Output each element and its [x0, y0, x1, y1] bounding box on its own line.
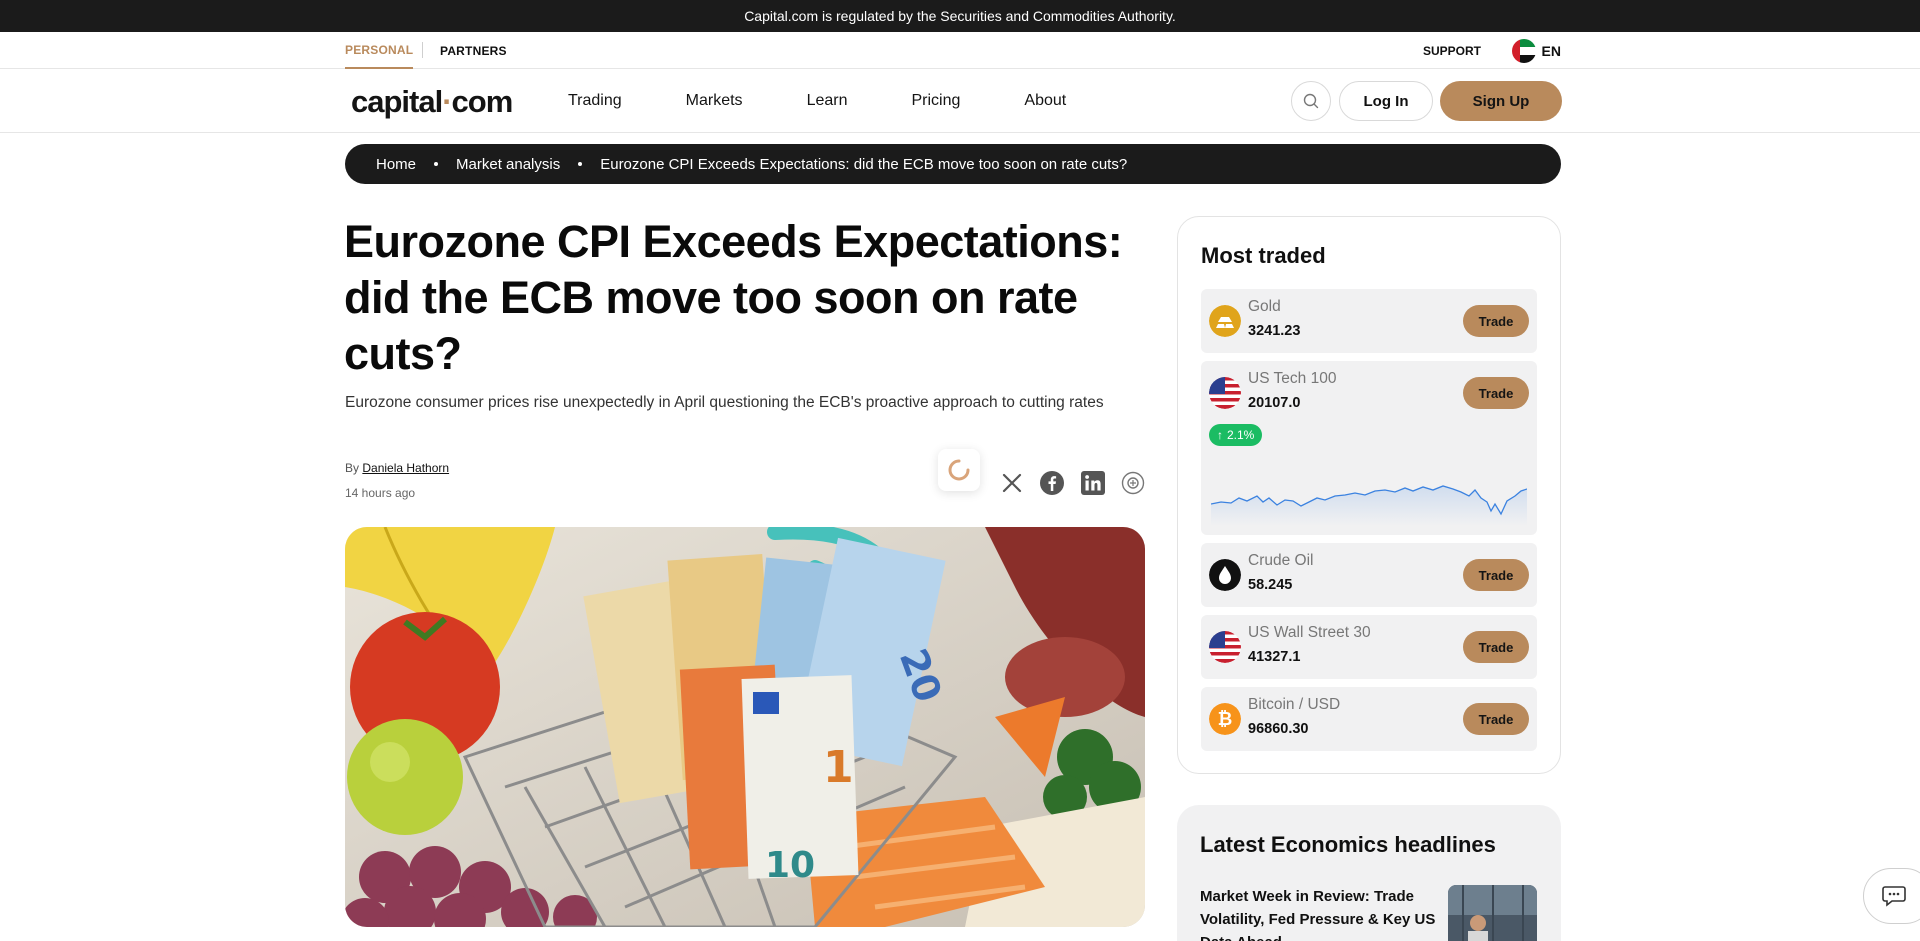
- trade-button[interactable]: Trade: [1463, 377, 1529, 409]
- breadcrumb-separator: [578, 162, 583, 166]
- instrument-name: Bitcoin / USD: [1248, 696, 1341, 713]
- headline-thumbnail[interactable]: [1448, 885, 1537, 941]
- instrument-us-wall-street-30[interactable]: US Wall Street 30 41327.1 Trade: [1201, 615, 1537, 679]
- trade-button[interactable]: Trade: [1463, 559, 1529, 591]
- share-copy-link-button[interactable]: [1120, 470, 1146, 496]
- search-button[interactable]: [1291, 81, 1331, 121]
- logo-dot: ·: [442, 84, 452, 119]
- chat-button[interactable]: [1863, 868, 1920, 924]
- instrument-price: 20107.0: [1248, 395, 1301, 411]
- main-header: capital·com Trading Markets Learn Pricin…: [0, 69, 1920, 133]
- nav-learn[interactable]: Learn: [807, 92, 848, 110]
- x-icon: [1002, 473, 1022, 493]
- linkedin-icon: [1081, 471, 1105, 495]
- share-x-button[interactable]: [999, 470, 1025, 496]
- instrument-price: 41327.1: [1248, 649, 1301, 665]
- price-change-value: 2.1%: [1227, 428, 1255, 442]
- svg-text:1: 1: [823, 742, 854, 793]
- sparkline-chart: [1211, 485, 1527, 526]
- breadcrumb: Home Market analysis Eurozone CPI Exceed…: [345, 144, 1561, 184]
- author-link[interactable]: Daniela Hathorn: [362, 461, 449, 475]
- instrument-price: 58.245: [1248, 577, 1293, 593]
- article-subtitle: Eurozone consumer prices rise unexpected…: [345, 394, 1104, 411]
- language-label: EN: [1541, 42, 1561, 59]
- publish-time: 14 hours ago: [345, 486, 416, 500]
- trade-button[interactable]: Trade: [1463, 703, 1529, 735]
- us-flag-icon: [1209, 377, 1241, 409]
- loading-spinner: [938, 449, 980, 491]
- svg-text:₿: ₿: [1218, 709, 1233, 730]
- share-link-icon: [1121, 471, 1145, 495]
- uae-flag-icon: [1511, 38, 1536, 63]
- login-button[interactable]: Log In: [1339, 81, 1433, 121]
- latest-headlines-title: Latest Economics headlines: [1200, 832, 1496, 857]
- chat-icon: [1882, 886, 1906, 907]
- nav-markets[interactable]: Markets: [686, 92, 743, 110]
- gold-bars-icon: [1209, 305, 1241, 337]
- instrument-price: 96860.30: [1248, 721, 1309, 737]
- instrument-name: US Tech 100: [1248, 370, 1337, 387]
- nav-trading[interactable]: Trading: [568, 92, 622, 110]
- trade-button[interactable]: Trade: [1463, 631, 1529, 663]
- headline-link[interactable]: Market Week in Review: Trade Volatility,…: [1200, 885, 1450, 941]
- support-link[interactable]: SUPPORT: [1423, 32, 1481, 69]
- oil-drop-icon: [1209, 559, 1241, 591]
- facebook-icon: [1040, 471, 1064, 495]
- instrument-name: Crude Oil: [1248, 552, 1314, 569]
- breadcrumb-separator: [434, 162, 439, 166]
- divider: [422, 42, 423, 58]
- instrument-gold[interactable]: Gold 3241.23 Trade: [1201, 289, 1537, 353]
- headline-thumbnail-image: [1448, 885, 1537, 941]
- share-linkedin-button[interactable]: [1080, 470, 1106, 496]
- instrument-crude-oil[interactable]: Crude Oil 58.245 Trade: [1201, 543, 1537, 607]
- article-title: Eurozone CPI Exceeds Expectations: did t…: [344, 216, 1123, 379]
- audience-bar: PERSONAL PARTNERS SUPPORT EN: [0, 32, 1920, 69]
- logo-text-2: com: [451, 84, 514, 119]
- breadcrumb-market-analysis[interactable]: Market analysis: [456, 156, 560, 173]
- breadcrumb-current: Eurozone CPI Exceeds Expectations: did t…: [600, 155, 1128, 173]
- instrument-name: US Wall Street 30: [1248, 624, 1371, 641]
- hero-illustration: 10 1 20: [345, 527, 1145, 927]
- instrument-price: 3241.23: [1248, 323, 1301, 339]
- most-traded-panel: Most traded Gold 3241.23 Trade US Tech 1…: [1177, 216, 1561, 774]
- trade-button[interactable]: Trade: [1463, 305, 1529, 337]
- regulatory-banner: Capital.com is regulated by the Securiti…: [0, 0, 1920, 32]
- price-change-badge: ↑ 2.1%: [1209, 424, 1263, 446]
- byline-prefix: By: [345, 461, 360, 475]
- instrument-name: Gold: [1248, 298, 1281, 315]
- spinner-icon: [948, 459, 970, 481]
- nav-pricing[interactable]: Pricing: [911, 92, 960, 110]
- article-hero-image: 10 1 20: [345, 527, 1145, 927]
- svg-text:10: 10: [765, 845, 815, 886]
- us-flag-icon: [1209, 631, 1241, 663]
- tab-personal[interactable]: PERSONAL: [345, 32, 414, 69]
- logo[interactable]: capital·com: [351, 84, 514, 120]
- most-traded-title: Most traded: [1201, 243, 1326, 268]
- nav-about[interactable]: About: [1024, 92, 1066, 110]
- latest-headlines-panel: Latest Economics headlines Market Week i…: [1177, 805, 1561, 941]
- signup-button[interactable]: Sign Up: [1440, 81, 1562, 121]
- main-nav: Trading Markets Learn Pricing About: [568, 69, 1130, 133]
- instrument-us-tech-100[interactable]: US Tech 100 20107.0 Trade ↑ 2.1%: [1201, 361, 1537, 535]
- breadcrumb-home[interactable]: Home: [376, 156, 416, 173]
- language-selector[interactable]: EN: [1511, 32, 1561, 69]
- bitcoin-icon: ₿: [1209, 703, 1241, 735]
- tab-partners[interactable]: PARTNERS: [440, 32, 507, 69]
- regulatory-text: Capital.com is regulated by the Securiti…: [744, 8, 1176, 24]
- instrument-bitcoin-usd[interactable]: ₿ Bitcoin / USD 96860.30 Trade: [1201, 687, 1537, 751]
- logo-text-1: capital: [351, 84, 443, 119]
- byline: By Daniela Hathorn: [345, 461, 449, 475]
- arrow-up-icon: ↑: [1217, 428, 1223, 442]
- search-icon: [1303, 93, 1319, 109]
- share-facebook-button[interactable]: [1039, 470, 1065, 496]
